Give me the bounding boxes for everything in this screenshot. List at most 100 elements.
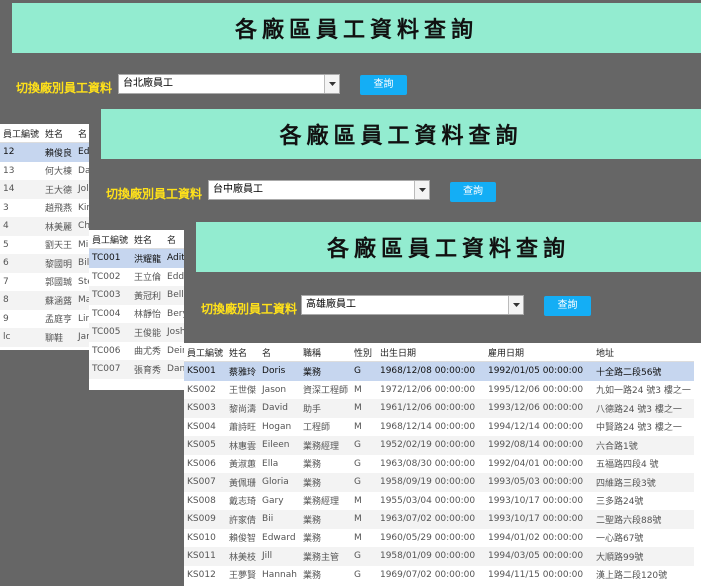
table-row[interactable]: KS010 賴俊智 Edward 業務 M 1960/05/29 00:00:00 1994…	[184, 529, 694, 548]
col-header-id[interactable]: 員工編號	[89, 230, 132, 249]
page-title: 各廠區員工資料查詢	[12, 3, 701, 53]
cell-title: 業務經理	[302, 497, 339, 508]
cell-gender: M	[353, 532, 362, 543]
cell-name: 蕭詩旺	[229, 423, 257, 434]
chevron-down-icon[interactable]	[414, 181, 429, 199]
cell-first-name: Edward	[262, 532, 296, 543]
cell-title: 業務	[299, 510, 351, 529]
col-header-address[interactable]: 地址	[592, 343, 694, 362]
table-row[interactable]: KS009 許家倩 Bii 業務 M 1963/07/02 00:00:00 1993/10…	[184, 510, 694, 529]
cell-title: 業務主管	[299, 547, 351, 566]
cell-birth-date: 1972/12/06 00:00:00	[379, 384, 476, 395]
cell-address: 漢上路二段120號	[595, 571, 668, 582]
table-row[interactable]: TC003 黃冠利 Bella	[89, 286, 193, 305]
kaohsiung-window: 各廠區員工資料查詢 切換廠別員工資料 高雄廠員工 查詢 員工編號 姓名 名 職稱…	[184, 222, 701, 586]
table-row[interactable]: 3 趙飛燕 Kir	[0, 199, 96, 218]
table-row[interactable]: KS007 黃佩珊 Gloria 業務 G 1958/09/19 00:00:00 1993…	[184, 473, 694, 492]
table-row[interactable]: TC007 張育秀 Dan	[89, 360, 193, 379]
chevron-down-icon[interactable]	[324, 75, 339, 93]
table-row[interactable]: KS005 林惠雲 Eileen 業務經理 G 1952/02/19 00:00:00 19…	[184, 436, 694, 455]
cell-birth-date: 1958/01/09 00:00:00	[376, 547, 485, 566]
cell-id: KS002	[187, 384, 216, 395]
cell-first-name: Gloria	[259, 473, 300, 492]
table-row[interactable]: TC005 王俊能 Josh	[89, 323, 193, 342]
table-row[interactable]: 8 蘇涵蕗 Ma	[0, 291, 96, 310]
table-row[interactable]: 13 何大棟 Da	[0, 162, 96, 181]
cell-gender: G	[350, 361, 377, 381]
table-row[interactable]: KS001 蔡雅玲 Doris 業務 G 1968/12/08 00:00:00 1992/…	[184, 361, 694, 381]
cell-id: TC002	[92, 271, 121, 282]
employee-table: 員工編號 姓名 名 職稱 性別 出生日期 雇用日期 地址 KS001 蔡雅玲 Dor…	[184, 343, 694, 584]
col-header-first-name[interactable]: 名	[259, 343, 300, 362]
cell-name: 黃佩珊	[226, 473, 260, 492]
table-row[interactable]: KS011 林美枝 Jill 業務主管 G 1958/01/09 00:00:00 1994…	[184, 547, 694, 566]
cell-first-name: Ella	[262, 458, 279, 469]
table-row[interactable]: KS004 蕭詩旺 Hogan 工程師 M 1968/12/14 00:00:00 1994…	[184, 418, 694, 437]
factory-select-value: 台北廠員工	[123, 78, 173, 89]
col-header-name[interactable]: 姓名	[226, 343, 260, 362]
col-header-birth-date[interactable]: 出生日期	[376, 343, 485, 362]
cell-hire-date: 1992/04/01 00:00:00	[487, 458, 584, 469]
cell-hire-date: 1993/10/17 00:00:00	[484, 510, 593, 529]
table-row[interactable]: TC004 林靜怡 Bery	[89, 305, 192, 324]
col-header-hire-date[interactable]: 雇用日期	[484, 343, 593, 362]
factory-select[interactable]: 高雄廠員工	[301, 295, 524, 315]
table-row[interactable]: 14 王大德 Jol	[0, 180, 96, 199]
table-row[interactable]: TC002 王立倫 Edd	[89, 268, 192, 287]
cell-first-name: Bii	[259, 510, 300, 529]
cell-hire-date: 1994/03/05 00:00:00	[484, 547, 593, 566]
table-row[interactable]: KS006 黃淑蕙 Ella 業務 G 1963/08/30 00:00:00 1992/0…	[184, 455, 694, 474]
table-row[interactable]: 7 郭國臹 Ste	[0, 273, 96, 292]
table-row[interactable]: KS008 戴志琦 Gary 業務經理 M 1955/03/04 00:00:00 1993…	[184, 492, 694, 511]
factory-select-value: 高雄廠員工	[306, 299, 356, 310]
cell-name: 郭國臹	[45, 278, 73, 289]
table-row[interactable]: lc 聊鞋 Jar	[0, 328, 96, 347]
cell-name: 洪耀龍	[131, 248, 165, 268]
cell-id: KS008	[187, 495, 216, 506]
cell-id: 14	[0, 180, 43, 199]
col-header-title[interactable]: 職稱	[299, 343, 351, 362]
cell-id: KS004	[187, 421, 216, 432]
table-row[interactable]: 9 孟庭亨 Lin	[0, 310, 96, 329]
col-header-name[interactable]: 姓名	[42, 124, 76, 143]
factory-select[interactable]: 台北廠員工	[118, 74, 340, 94]
cell-name: 王大德	[42, 180, 76, 199]
cell-birth-date: 1958/09/19 00:00:00	[376, 473, 485, 492]
col-header-gender[interactable]: 性別	[350, 343, 377, 362]
factory-select[interactable]: 台中廠員工	[208, 180, 430, 200]
cell-id: TC003	[89, 286, 132, 305]
table-row[interactable]: 12 賴俊良 Ed	[0, 142, 96, 162]
cell-name: 黎尚濤	[226, 399, 260, 418]
table-row[interactable]: KS003 黎尚濤 David 助手 M 1961/12/06 00:00:00 1993/…	[184, 399, 694, 418]
chevron-down-icon[interactable]	[508, 296, 523, 314]
cell-id: 6	[0, 254, 43, 273]
cell-name: 王夢賢	[229, 571, 257, 582]
col-header-id[interactable]: 員工編號	[184, 343, 227, 362]
cell-address: 十全路二段56號	[592, 361, 694, 381]
table-row[interactable]: 5 劉天王 Mi	[0, 236, 96, 255]
cell-name: 孟庭亨	[45, 315, 73, 326]
cell-name: 林美麗	[42, 217, 76, 236]
cell-id: 5	[3, 239, 9, 250]
cell-id: TC007	[89, 360, 132, 379]
table-row[interactable]: 6 黎國明 Bil	[0, 254, 96, 273]
col-header-id[interactable]: 員工編號	[0, 124, 43, 143]
table-row[interactable]: TC006 曲尤秀 Deir	[89, 342, 192, 361]
table-row[interactable]: KS012 王夢賢 Hannah 業務 G 1969/07/02 00:00:00 1994…	[184, 566, 694, 585]
query-button[interactable]: 查詢	[450, 182, 496, 202]
cell-name: 戴志琦	[229, 497, 257, 508]
cell-gender: G	[350, 473, 377, 492]
table-row[interactable]: 4 林美麗 Ch	[0, 217, 96, 236]
cell-title: 助手	[299, 399, 351, 418]
query-button[interactable]: 查詢	[544, 296, 591, 316]
cell-id: KS010	[187, 532, 216, 543]
cell-first-name: Doris	[259, 361, 300, 381]
switch-factory-label: 切換廠別員工資料	[201, 302, 298, 316]
cell-name: 林惠雲	[226, 436, 260, 455]
col-header-name[interactable]: 姓名	[131, 230, 165, 249]
cell-id: 3	[3, 202, 9, 213]
cell-first-name: Hannah	[262, 569, 297, 580]
query-button[interactable]: 查詢	[360, 75, 407, 95]
table-row[interactable]: TC001 洪耀龍 Adit	[89, 248, 193, 268]
table-row[interactable]: KS002 王世傑 Jason 資深工程師 M 1972/12/06 00:00:00 19…	[184, 381, 694, 400]
